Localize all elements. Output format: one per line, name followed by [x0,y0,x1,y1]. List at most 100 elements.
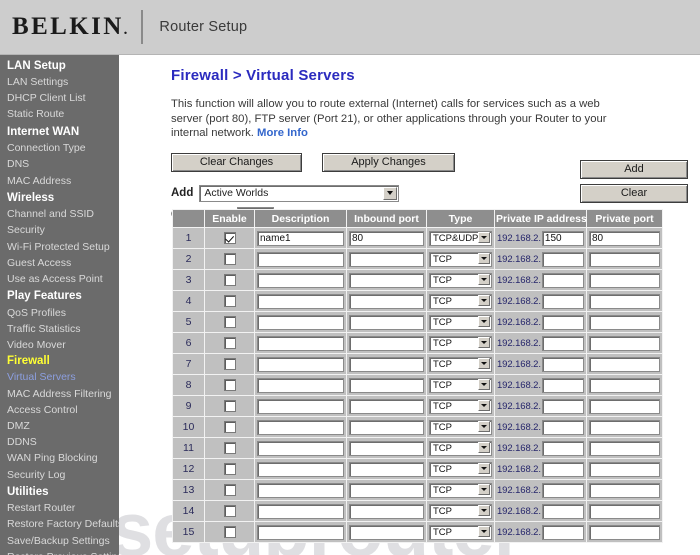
sidebar-item-wan-ping-blocking[interactable]: WAN Ping Blocking [0,451,119,467]
sidebar-item-mac-address-filtering[interactable]: MAC Address Filtering [0,386,119,402]
type-select[interactable]: TCP [429,461,492,477]
type-select[interactable]: TCP [429,293,492,309]
sidebar-item-qos-profiles[interactable]: QoS Profiles [0,305,119,321]
private-ip-input[interactable] [541,524,584,540]
sidebar-item-mac-address[interactable]: MAC Address [0,173,119,189]
type-select[interactable]: TCP [429,335,492,351]
inbound-port-input[interactable] [349,461,424,477]
enable-checkbox[interactable] [223,420,236,433]
private-ip-input[interactable] [541,461,584,477]
chevron-down-icon[interactable] [478,421,490,432]
type-select[interactable]: TCP [429,314,492,330]
chevron-down-icon[interactable] [478,442,490,453]
description-input[interactable] [257,524,344,540]
private-ip-input[interactable] [541,293,584,309]
enable-checkbox[interactable] [223,483,236,496]
inbound-port-input[interactable] [349,503,424,519]
enable-checkbox[interactable] [223,231,236,244]
private-ip-input[interactable] [541,377,584,393]
private-ip-input[interactable] [541,335,584,351]
type-select[interactable]: TCP [429,356,492,372]
inbound-port-input[interactable]: 80 [349,230,424,246]
sidebar-item-dns[interactable]: DNS [0,157,119,173]
private-port-input[interactable] [589,461,660,477]
chevron-down-icon[interactable] [478,295,490,306]
more-info-link[interactable]: More Info [257,127,308,139]
chevron-down-icon[interactable] [478,526,490,537]
private-port-input[interactable] [589,356,660,372]
sidebar-item-firewall[interactable]: Firewall [0,354,119,370]
chevron-down-icon[interactable] [478,400,490,411]
private-port-input[interactable] [589,293,660,309]
private-ip-input[interactable] [541,272,584,288]
chevron-down-icon[interactable] [478,274,490,285]
description-input[interactable] [257,461,344,477]
sidebar-item-guest-access[interactable]: Guest Access [0,255,119,271]
private-ip-input[interactable] [541,356,584,372]
description-input[interactable] [257,251,344,267]
private-port-input[interactable] [589,503,660,519]
enable-checkbox[interactable] [223,441,236,454]
enable-checkbox[interactable] [223,525,236,538]
sidebar-item-restore-previous-settings[interactable]: Restore Previous Settings [0,549,119,555]
private-ip-input[interactable] [541,419,584,435]
inbound-port-input[interactable] [349,251,424,267]
inbound-port-input[interactable] [349,524,424,540]
private-port-input[interactable]: 80 [589,230,660,246]
private-port-input[interactable] [589,440,660,456]
description-input[interactable] [257,377,344,393]
chevron-down-icon[interactable] [383,186,398,200]
type-select[interactable]: TCP [429,377,492,393]
sidebar-item-traffic-statistics[interactable]: Traffic Statistics [0,321,119,337]
private-ip-input[interactable] [541,503,584,519]
private-port-input[interactable] [589,398,660,414]
add-button[interactable]: Add [580,160,688,179]
enable-checkbox[interactable] [223,378,236,391]
chevron-down-icon[interactable] [478,253,490,264]
type-select[interactable]: TCP [429,272,492,288]
type-select[interactable]: TCP [429,440,492,456]
sidebar-item-dmz[interactable]: DMZ [0,418,119,434]
sidebar-item-access-control[interactable]: Access Control [0,402,119,418]
description-input[interactable] [257,503,344,519]
private-ip-input[interactable] [541,482,584,498]
sidebar-item-dhcp-client-list[interactable]: DHCP Client List [0,91,119,107]
description-input[interactable] [257,482,344,498]
private-ip-input[interactable]: 150 [541,230,584,246]
private-port-input[interactable] [589,524,660,540]
inbound-port-input[interactable] [349,356,424,372]
sidebar-item-security-log[interactable]: Security Log [0,467,119,483]
chevron-down-icon[interactable] [478,484,490,495]
inbound-port-input[interactable] [349,482,424,498]
sidebar-item-ddns[interactable]: DDNS [0,435,119,451]
inbound-port-input[interactable] [349,335,424,351]
inbound-port-input[interactable] [349,440,424,456]
enable-checkbox[interactable] [223,399,236,412]
inbound-port-input[interactable] [349,293,424,309]
sidebar-item-static-route[interactable]: Static Route [0,107,119,123]
enable-checkbox[interactable] [223,357,236,370]
inbound-port-input[interactable] [349,314,424,330]
description-input[interactable] [257,335,344,351]
private-ip-input[interactable] [541,398,584,414]
clear-changes-button[interactable]: Clear Changes [171,152,302,172]
chevron-down-icon[interactable] [478,358,490,369]
description-input[interactable] [257,293,344,309]
inbound-port-input[interactable] [349,272,424,288]
private-port-input[interactable] [589,272,660,288]
inbound-port-input[interactable] [349,419,424,435]
private-ip-input[interactable] [541,251,584,267]
sidebar-item-save-backup-settings[interactable]: Save/Backup Settings [0,533,119,549]
sidebar-item-restart-router[interactable]: Restart Router [0,501,119,517]
enable-checkbox[interactable] [223,315,236,328]
chevron-down-icon[interactable] [478,463,490,474]
type-select[interactable]: TCP [429,482,492,498]
sidebar-item-restore-factory-defaults[interactable]: Restore Factory Defaults [0,517,119,533]
private-port-input[interactable] [589,251,660,267]
type-select[interactable]: TCP [429,503,492,519]
type-select[interactable]: TCP [429,419,492,435]
sidebar-item-virtual-servers[interactable]: Virtual Servers [0,370,119,386]
inbound-port-input[interactable] [349,377,424,393]
description-input[interactable] [257,440,344,456]
chevron-down-icon[interactable] [478,232,490,243]
